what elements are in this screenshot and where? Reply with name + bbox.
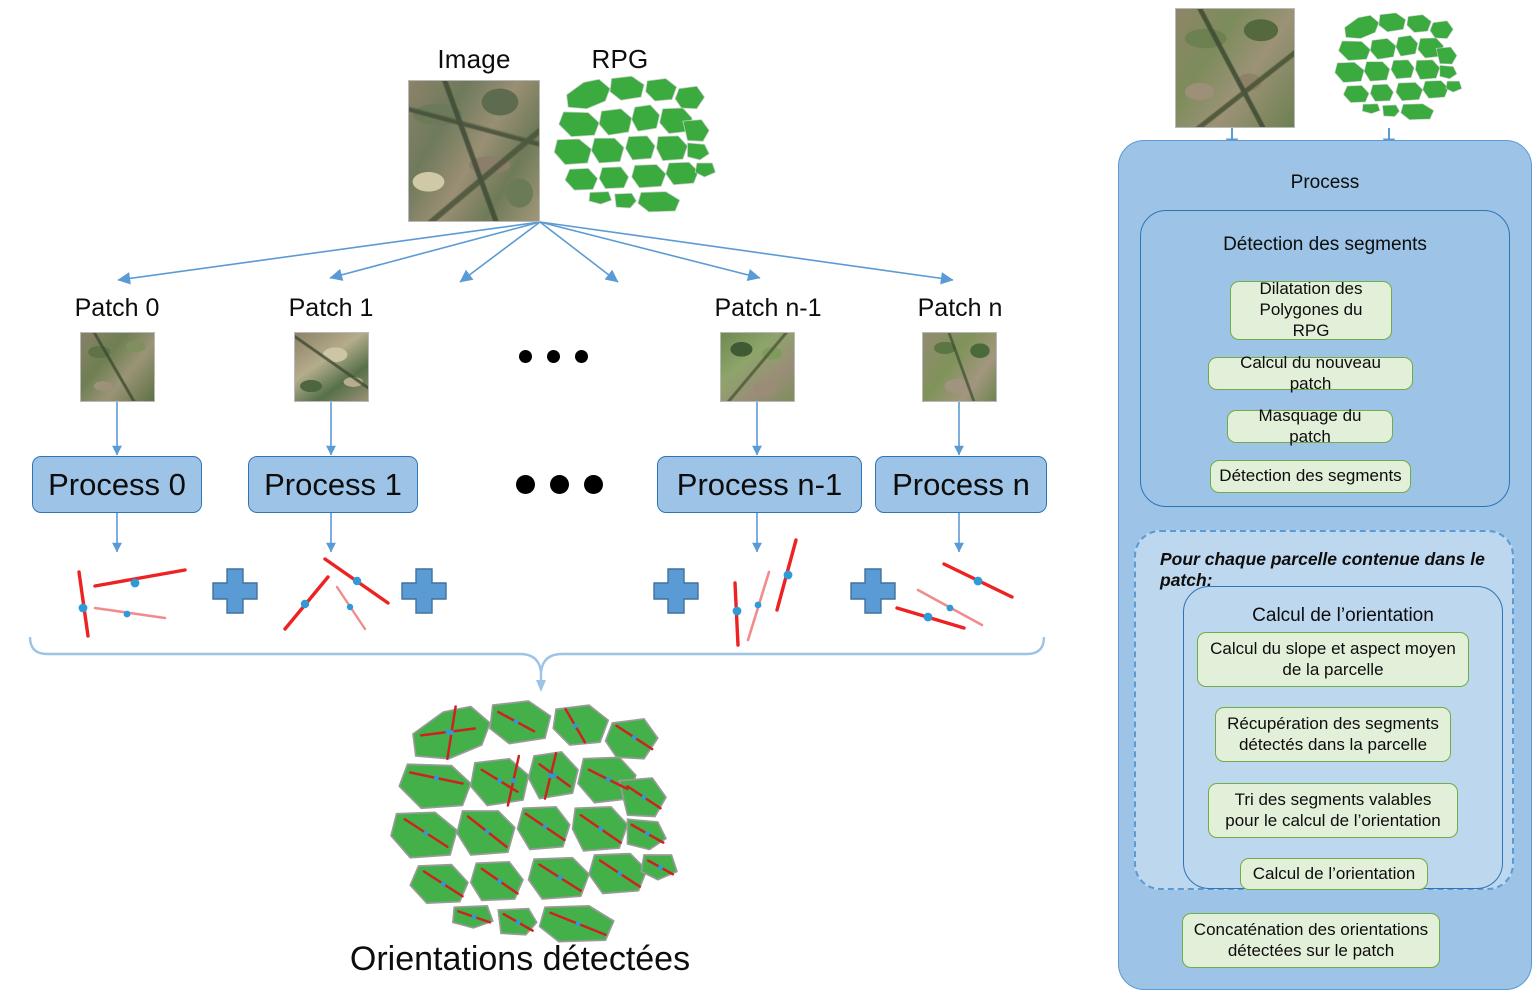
process-n-box[interactable]: Process n	[875, 456, 1047, 513]
step-slope-aspect-label: Calcul du slope et aspect moyen de la pa…	[1210, 638, 1456, 679]
processes-ellipsis	[516, 475, 603, 494]
rpg-map-shape-small	[1334, 12, 1463, 120]
step-dilatation-label: Dilatation des Polygones du RPG	[1259, 279, 1363, 340]
patch-0-photo	[80, 332, 155, 402]
result-title: Orientations détectées	[349, 940, 691, 978]
step-slope-aspect[interactable]: Calcul du slope et aspect moyen de la pa…	[1197, 632, 1469, 687]
process-1-label: Process 1	[264, 466, 402, 502]
process-panel-input-photo	[1175, 8, 1295, 128]
step-dilatation[interactable]: Dilatation des Polygones du RPG	[1230, 279, 1392, 340]
patch-n-photo	[922, 332, 997, 402]
step-concatenation-label: Concaténation des orientations détectées…	[1193, 919, 1429, 960]
step-detection-segments-label: Détection des segments	[1219, 466, 1402, 486]
step-tri-segments-label: Tri des segments valables pour le calcul…	[1225, 789, 1441, 830]
patch-n-label: Patch n	[917, 294, 1003, 322]
patches-ellipsis	[519, 350, 588, 363]
patch-n-1-label: Patch n-1	[714, 294, 822, 322]
process-panel-title: Process	[1290, 172, 1360, 193]
patch-n-1-photo	[720, 332, 795, 402]
step-calcul-orientation[interactable]: Calcul de l’orientation	[1240, 858, 1428, 890]
process-1-box[interactable]: Process 1	[248, 456, 418, 513]
process-n-1-label: Process n-1	[676, 466, 843, 502]
step-detection-segments[interactable]: Détection des segments	[1210, 460, 1411, 493]
patch-0-label: Patch 0	[74, 294, 160, 322]
step-masquage-patch-label: Masquage du patch	[1258, 405, 1362, 446]
process-n-1-box[interactable]: Process n-1	[657, 456, 862, 513]
diagram-canvas: Image RPG Patch 0 Patch 1 Patch n-1 Patc…	[0, 0, 1540, 993]
per-parcel-loop-title: Pour chaque parcelle contenue dans le pa…	[1160, 549, 1485, 590]
process-0-label: Process 0	[48, 466, 186, 502]
input-image-label: Image	[437, 44, 511, 74]
patch-1-photo	[294, 332, 369, 402]
step-concatenation[interactable]: Concaténation des orientations détectées…	[1182, 913, 1440, 968]
process-n-label: Process n	[892, 466, 1030, 502]
segment-detection-title: Détection des segments	[1223, 234, 1427, 255]
patch-1-label: Patch 1	[288, 294, 374, 322]
process-0-box[interactable]: Process 0	[32, 456, 202, 513]
result-map-shape	[390, 700, 679, 943]
rpg-map-shape	[553, 75, 716, 213]
orientation-panel-title: Calcul de l’orientation	[1252, 605, 1434, 626]
step-calcul-nouveau-patch[interactable]: Calcul du nouveau patch	[1208, 353, 1413, 393]
step-recuperation-segments[interactable]: Récupération des segments détectés dans …	[1215, 707, 1451, 762]
input-image-photo	[408, 80, 540, 222]
step-tri-segments[interactable]: Tri des segments valables pour le calcul…	[1208, 783, 1458, 838]
step-calcul-orientation-label: Calcul de l’orientation	[1252, 863, 1416, 883]
rpg-label: RPG	[591, 44, 649, 74]
step-masquage-patch[interactable]: Masquage du patch	[1227, 406, 1393, 446]
step-recuperation-segments-label: Récupération des segments détectés dans …	[1227, 713, 1439, 754]
step-calcul-nouveau-patch-label: Calcul du nouveau patch	[1240, 352, 1381, 393]
